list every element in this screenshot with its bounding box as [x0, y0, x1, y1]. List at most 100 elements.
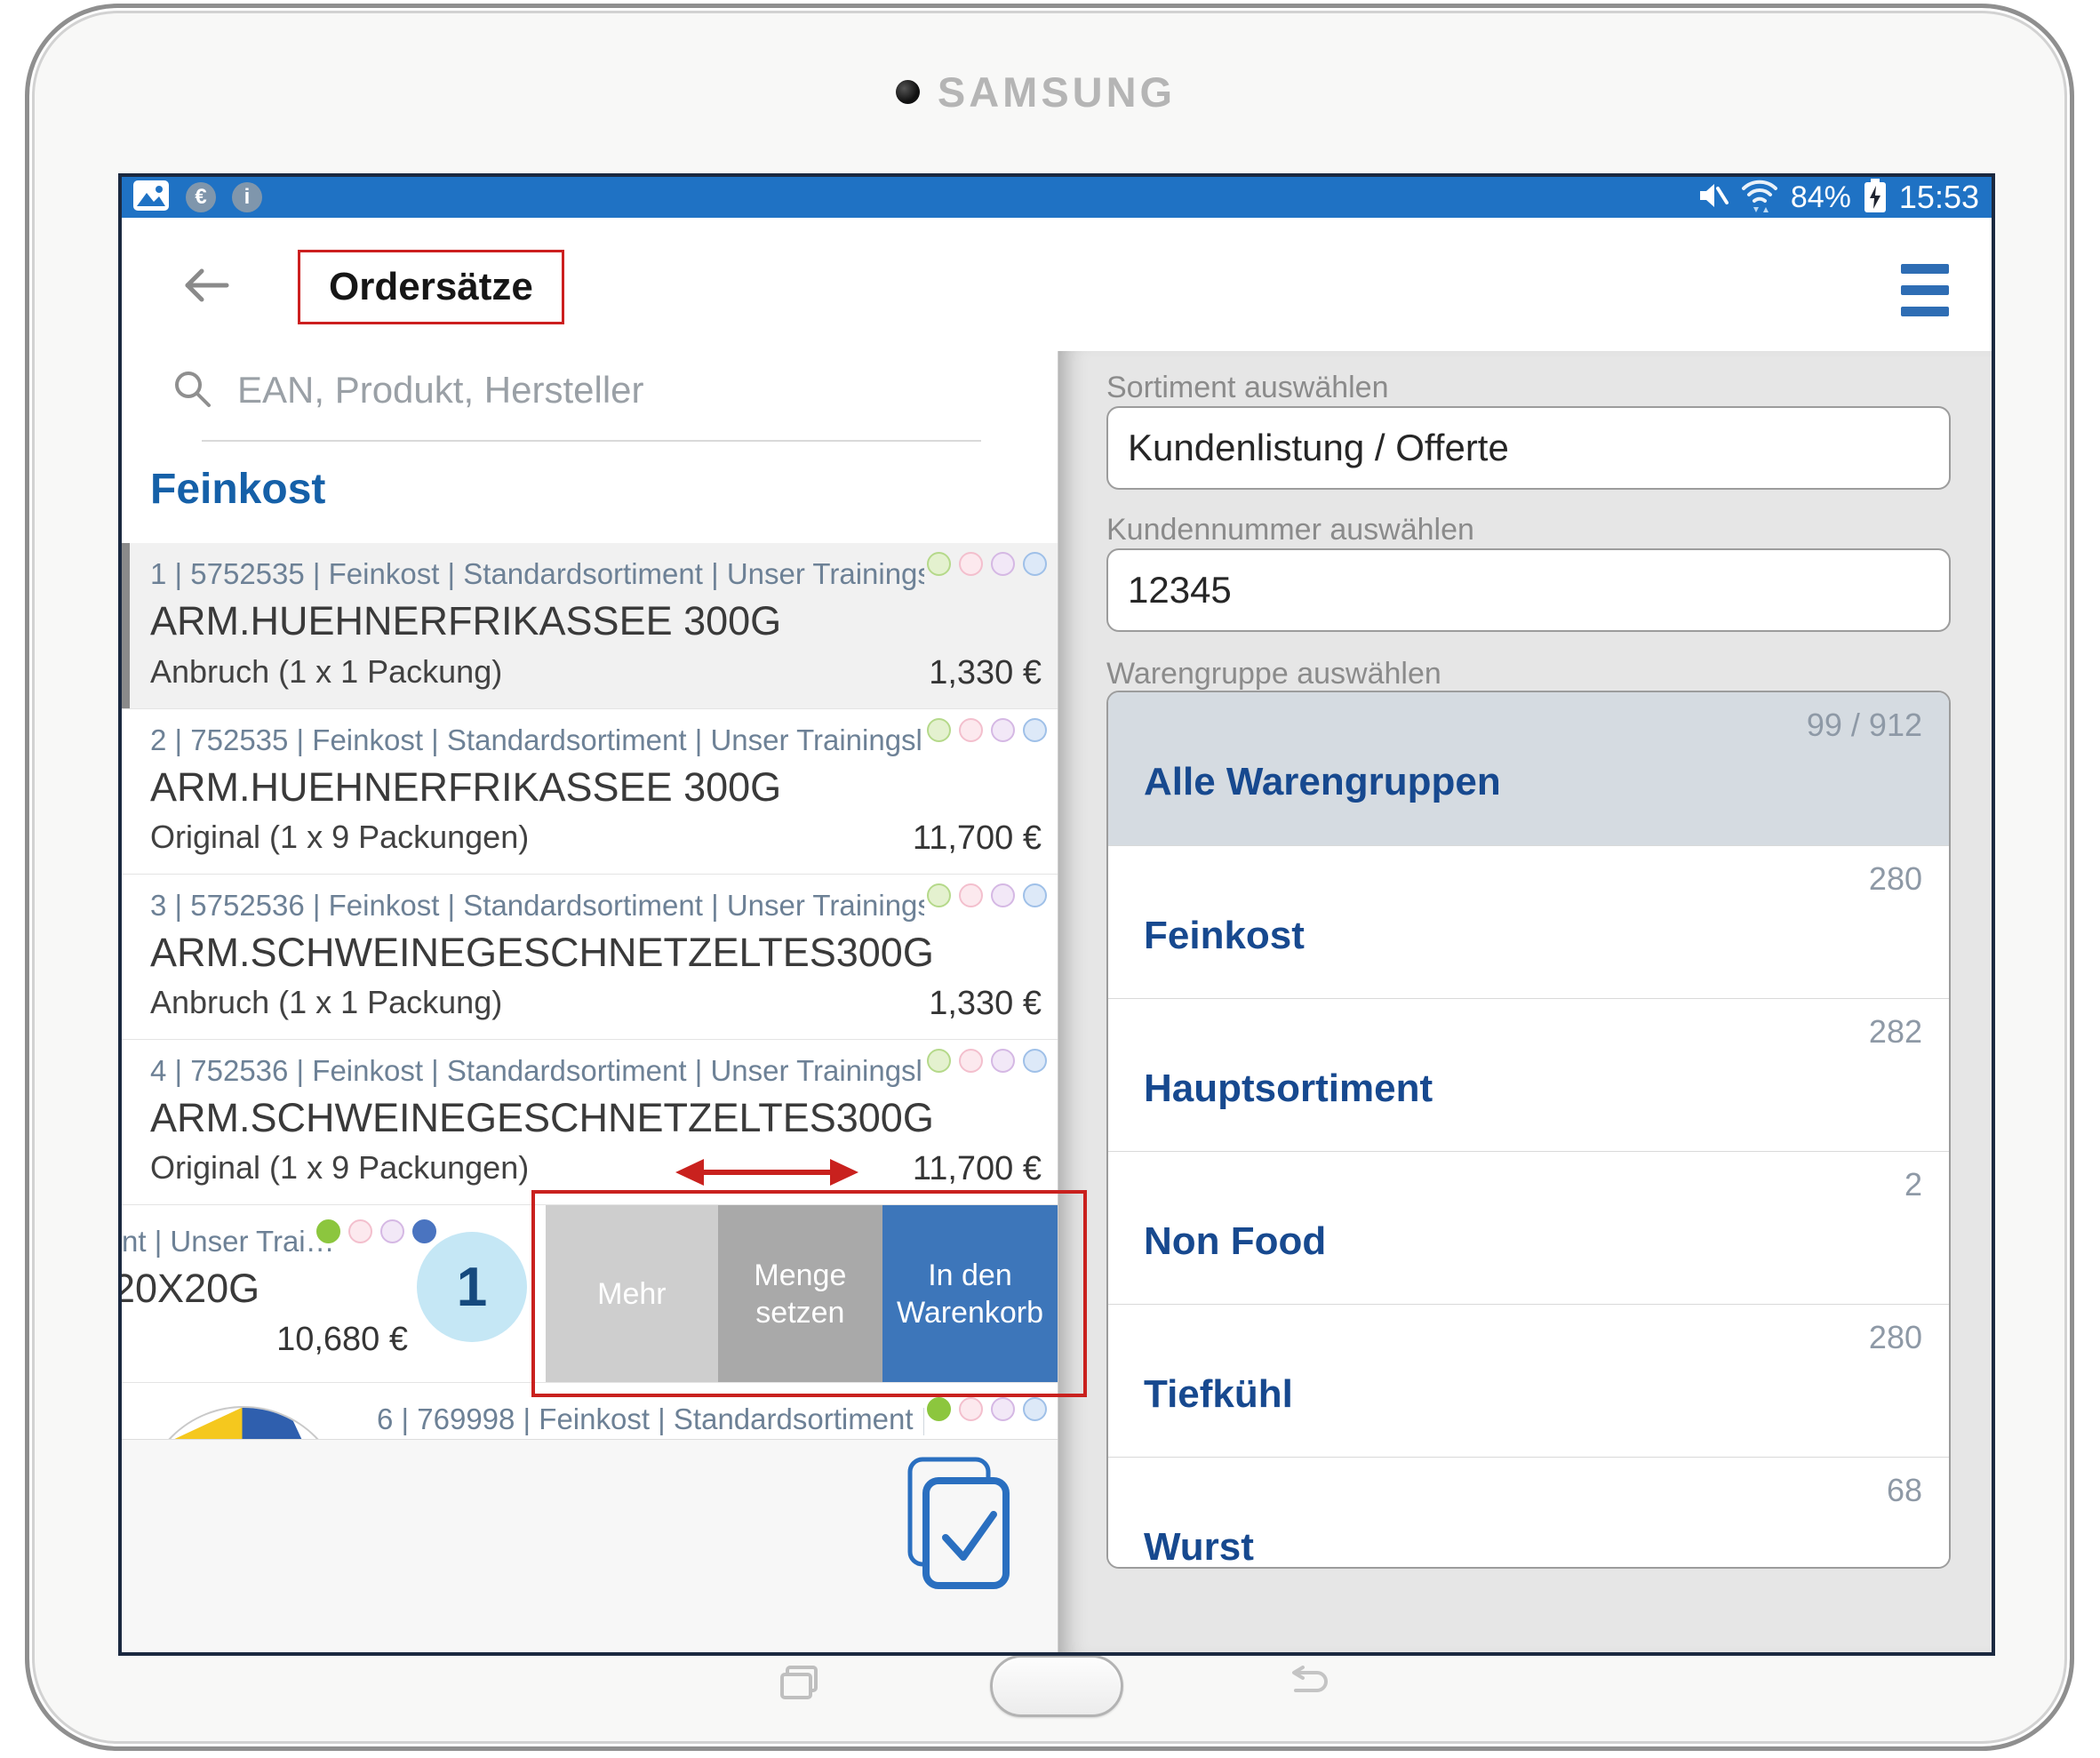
- product-meta-truncated: nt | Unser Trai…: [122, 1225, 335, 1259]
- product-meta: 4 | 752536 | Feinkost | Standardsortimen…: [150, 1054, 924, 1088]
- screenshot-notification-icon: [132, 180, 170, 216]
- group-name: Feinkost: [1144, 914, 1305, 958]
- search-input[interactable]: [237, 369, 1022, 412]
- back-nav-icon[interactable]: [1287, 1666, 1331, 1707]
- product-meta: 3 | 5752536 | Feinkost | Standardsortime…: [150, 889, 924, 923]
- group-item-alle-warengruppen[interactable]: 99 / 912 Alle Warengruppen: [1108, 692, 1949, 845]
- quantity-badge: 1: [417, 1232, 527, 1342]
- group-count: 280: [1869, 1319, 1922, 1356]
- group-item-feinkost[interactable]: 280 Feinkost: [1108, 845, 1949, 998]
- group-count: 68: [1887, 1472, 1922, 1509]
- product-meta: 6 | 769998 | Feinkost | Standardsortimen…: [377, 1402, 924, 1436]
- product-price: 1,330 €: [929, 654, 1042, 692]
- group-name: Wurst: [1144, 1525, 1254, 1569]
- product-row-4[interactable]: 4 | 752536 | Feinkost | Standardsortimen…: [122, 1039, 1058, 1204]
- home-button[interactable]: [990, 1655, 1123, 1717]
- app-header: Ordersätze: [122, 218, 1992, 351]
- search-icon: [172, 368, 212, 413]
- page-title: Ordersätze: [329, 265, 533, 308]
- pink-status-dot: [959, 1397, 983, 1421]
- product-price: 1,330 €: [929, 985, 1042, 1023]
- green-status-dot: [927, 552, 951, 576]
- product-packaging: Anbruch (1 x 1 Packung): [150, 984, 502, 1021]
- status-dots: [927, 1397, 1047, 1421]
- menu-icon[interactable]: [1901, 264, 1949, 316]
- product-title: ARM.SCHWEINEGESCHNETZELTES300G: [150, 930, 934, 976]
- green-status-dot: [927, 718, 951, 742]
- app-screen: € i: [118, 173, 1995, 1656]
- swipe-actions-annotation-box: [531, 1190, 1087, 1397]
- back-arrow-icon[interactable]: [179, 266, 232, 309]
- purple-status-dot: [991, 718, 1015, 742]
- search-row: [172, 358, 1022, 422]
- screenshot-stage: SAMSUNG € i: [0, 0, 2100, 1758]
- blue-status-dot: [412, 1219, 436, 1243]
- status-dots: [927, 552, 1047, 576]
- group-name: Tiefkühl: [1144, 1372, 1293, 1417]
- recent-apps-icon[interactable]: [779, 1664, 821, 1707]
- sortiment-label: Sortiment auswählen: [1106, 371, 1389, 405]
- wifi-icon: [1741, 178, 1778, 218]
- group-item-wurst[interactable]: 68 Wurst: [1108, 1457, 1949, 1569]
- battery-icon: [1864, 178, 1887, 218]
- group-count: 280: [1869, 860, 1922, 898]
- purple-status-dot: [991, 552, 1015, 576]
- product-price: 11,700 €: [913, 819, 1042, 858]
- group-name: Hauptsortiment: [1144, 1067, 1433, 1111]
- product-group-label: Warengruppe auswählen: [1106, 657, 1441, 691]
- group-count: 282: [1869, 1013, 1922, 1051]
- status-bar: € i: [122, 177, 1992, 218]
- product-list-panel: Feinkost 1 | 5752535 | Feinkost | Standa…: [122, 351, 1058, 1652]
- green-status-dot: [927, 1049, 951, 1073]
- group-name: Non Food: [1144, 1219, 1326, 1264]
- customer-number-label: Kundennummer auswählen: [1106, 513, 1474, 547]
- pink-status-dot: [348, 1219, 372, 1243]
- green-status-dot: [927, 1397, 951, 1421]
- status-dots: [316, 1219, 436, 1243]
- product-row-1[interactable]: 1 | 5752535 | Feinkost | Standardsortime…: [122, 543, 1058, 708]
- page-title-annotation-box: Ordersätze: [298, 250, 564, 324]
- pink-status-dot: [959, 718, 983, 742]
- product-row-3[interactable]: 3 | 5752536 | Feinkost | Standardsortime…: [122, 874, 1058, 1039]
- group-name: Alle Warengruppen: [1144, 760, 1501, 804]
- pink-status-dot: [959, 1049, 983, 1073]
- product-packaging: Anbruch (1 x 1 Packung): [150, 653, 502, 691]
- group-item-non-food[interactable]: 2 Non Food: [1108, 1151, 1949, 1304]
- pink-status-dot: [959, 883, 983, 907]
- scrollbar[interactable]: [122, 543, 130, 708]
- product-meta: 1 | 5752535 | Feinkost | Standardsortime…: [150, 557, 924, 591]
- search-underline: [202, 440, 981, 442]
- product-title-truncated: 20X20G: [122, 1266, 260, 1312]
- green-status-dot: [316, 1219, 340, 1243]
- section-title: Feinkost: [150, 465, 325, 514]
- purple-status-dot: [991, 883, 1015, 907]
- green-status-dot: [927, 883, 951, 907]
- purple-status-dot: [380, 1219, 404, 1243]
- group-item-hauptsortiment[interactable]: 282 Hauptsortiment: [1108, 998, 1949, 1151]
- clock-time: 15:53: [1899, 179, 1979, 216]
- group-item-tiefkuehl[interactable]: 280 Tiefkühl: [1108, 1304, 1949, 1457]
- product-packaging: Original (1 x 9 Packungen): [150, 1149, 529, 1187]
- status-dots: [927, 1049, 1047, 1073]
- blue-status-dot: [1023, 1397, 1047, 1421]
- customer-number-select[interactable]: 12345: [1106, 548, 1951, 632]
- blue-status-dot: [1023, 883, 1047, 907]
- pink-status-dot: [959, 552, 983, 576]
- product-meta: 2 | 752535 | Feinkost | Standardsortimen…: [150, 723, 924, 757]
- group-count: 99 / 912: [1807, 707, 1922, 744]
- purple-status-dot: [991, 1397, 1015, 1421]
- list-footer: [122, 1439, 1058, 1652]
- blue-status-dot: [1023, 718, 1047, 742]
- battery-percent: 84%: [1791, 180, 1851, 215]
- sortiment-select[interactable]: Kundenlistung / Offerte: [1106, 406, 1951, 490]
- group-count: 2: [1904, 1166, 1922, 1203]
- status-dots: [927, 718, 1047, 742]
- brand-logo: SAMSUNG: [118, 68, 1995, 116]
- blue-status-dot: [1023, 552, 1047, 576]
- multi-select-icon[interactable]: [901, 1456, 1011, 1594]
- product-price: 10,680 €: [122, 1321, 408, 1359]
- purple-status-dot: [991, 1049, 1015, 1073]
- product-row-2[interactable]: 2 | 752535 | Feinkost | Standardsortimen…: [122, 708, 1058, 874]
- blue-status-dot: [1023, 1049, 1047, 1073]
- product-packaging: Original (1 x 9 Packungen): [150, 819, 529, 856]
